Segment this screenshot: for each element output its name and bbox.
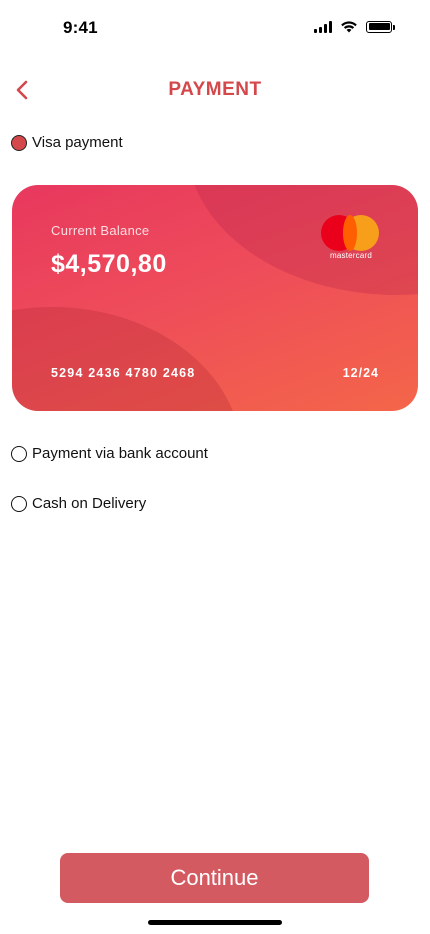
option-label: Payment via bank account: [32, 445, 208, 462]
payment-card[interactable]: Current Balance $4,570,80 mastercard 529…: [12, 185, 418, 411]
home-indicator: [148, 920, 282, 925]
card-decoration: [187, 185, 418, 295]
status-bar: 9:41: [0, 0, 430, 56]
option-label: Cash on Delivery: [32, 495, 147, 512]
option-visa-payment[interactable]: Visa payment: [11, 134, 123, 151]
status-time: 9:41: [63, 18, 98, 37]
card-expiry: 12/24: [342, 366, 379, 380]
balance-label: Current Balance: [51, 223, 150, 238]
continue-button[interactable]: Continue: [60, 853, 369, 903]
header: PAYMENT: [0, 72, 430, 108]
page-title: PAYMENT: [168, 79, 262, 100]
option-label: Visa payment: [32, 134, 123, 151]
card-decoration: [12, 307, 242, 411]
payment-screen: 9:41 PAYMENT Visa payment Current Balanc…: [0, 0, 430, 934]
balance-amount: $4,570,80: [51, 250, 167, 278]
radio-bank-account[interactable]: [11, 445, 27, 462]
radio-cash-on-delivery[interactable]: [11, 495, 27, 512]
signal-icon: [314, 20, 332, 33]
card-brand: mastercard: [329, 251, 372, 260]
battery-icon: [366, 20, 395, 33]
card-number: 5294 2436 4780 2468: [51, 366, 196, 380]
mastercard-logo-icon: mastercard: [321, 215, 381, 263]
status-icons: [314, 20, 395, 33]
option-bank-account[interactable]: Payment via bank account: [11, 445, 208, 462]
option-cash-on-delivery[interactable]: Cash on Delivery: [11, 495, 146, 512]
radio-visa-payment[interactable]: [11, 134, 27, 151]
wifi-icon: [341, 21, 357, 33]
